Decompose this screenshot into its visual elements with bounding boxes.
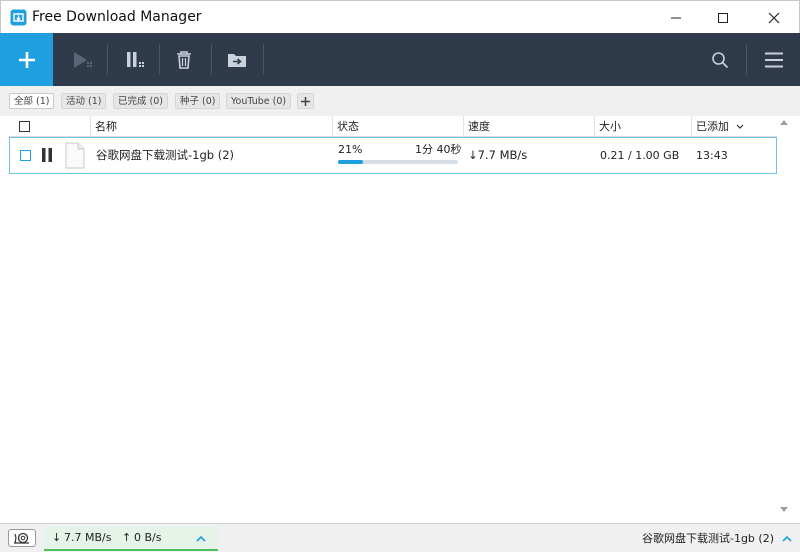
upload-speed: 0 B/s bbox=[134, 531, 162, 544]
table-header: 名称 状态 速度 大小 已添加 bbox=[9, 116, 777, 137]
row-progress-fill bbox=[338, 160, 364, 164]
column-header-added[interactable]: 已添加 bbox=[692, 116, 777, 137]
folder-move-icon bbox=[228, 53, 246, 67]
chevron-up-icon bbox=[782, 535, 792, 542]
speed-limit-button[interactable] bbox=[8, 529, 36, 547]
add-filter-button[interactable] bbox=[297, 93, 314, 109]
pause-button[interactable] bbox=[110, 33, 162, 86]
plus-icon bbox=[301, 96, 310, 106]
chevron-up-icon[interactable] bbox=[196, 535, 206, 542]
row-pause-button[interactable] bbox=[41, 147, 53, 166]
select-all-column bbox=[9, 116, 91, 137]
scroll-up-arrow-icon[interactable] bbox=[780, 119, 788, 125]
snail-icon bbox=[14, 532, 29, 544]
app-logo-icon bbox=[10, 9, 27, 26]
toolbar-divider bbox=[107, 44, 108, 75]
speed-summary[interactable]: ↓ 7.7 MB/s ↑ 0 B/s bbox=[44, 526, 218, 551]
column-header-added-label: 已添加 bbox=[696, 120, 729, 133]
filter-tab-torrents[interactable]: 种子 (0) bbox=[175, 93, 221, 109]
toolbar-divider bbox=[263, 44, 264, 75]
row-added-time: 13:43 bbox=[696, 149, 728, 162]
vertical-scrollbar[interactable] bbox=[777, 116, 791, 523]
minimize-icon bbox=[671, 17, 681, 18]
trash-icon bbox=[177, 50, 191, 69]
plus-icon bbox=[18, 51, 35, 68]
filter-tab-youtube[interactable]: YouTube (0) bbox=[226, 93, 292, 109]
row-file-name: 谷歌网盘下载测试-1gb (2) bbox=[96, 148, 235, 162]
download-arrow-icon: ↓ bbox=[52, 531, 62, 544]
toolbar bbox=[0, 33, 800, 86]
pause-icon bbox=[42, 148, 52, 162]
row-speed: ↓7.7 MB/s bbox=[468, 148, 528, 162]
resume-button[interactable] bbox=[57, 33, 109, 86]
search-icon bbox=[712, 51, 729, 68]
hamburger-icon bbox=[765, 52, 783, 67]
add-download-button[interactable] bbox=[0, 33, 53, 86]
column-header-name[interactable]: 名称 bbox=[91, 116, 333, 137]
row-progress-bar bbox=[338, 160, 458, 164]
delete-button[interactable] bbox=[158, 33, 210, 86]
status-bar: ↓ 7.7 MB/s ↑ 0 B/s 谷歌网盘下载测试-1gb (2) bbox=[0, 523, 800, 552]
filter-tab-active[interactable]: 活动 (1) bbox=[61, 93, 107, 109]
table-row[interactable]: 谷歌网盘下载测试-1gb (2) 21% 1分 40秒 ↓7.7 MB/s 0.… bbox=[9, 137, 777, 174]
pause-icon bbox=[127, 51, 144, 67]
upload-arrow-icon: ↑ bbox=[122, 531, 132, 544]
search-button[interactable] bbox=[694, 33, 746, 86]
select-all-checkbox[interactable] bbox=[19, 121, 30, 132]
minimize-button[interactable] bbox=[651, 1, 701, 34]
toolbar-divider bbox=[746, 44, 747, 75]
file-icon bbox=[65, 142, 85, 169]
column-header-speed[interactable]: 速度 bbox=[464, 116, 595, 137]
close-button[interactable] bbox=[749, 1, 799, 34]
status-file-name: 谷歌网盘下载测试-1gb (2) bbox=[641, 532, 774, 545]
filter-bar: 全部 (1) 活动 (1) 已完成 (0) 种子 (0) YouTube (0) bbox=[0, 86, 800, 116]
filter-tab-all[interactable]: 全部 (1) bbox=[9, 93, 55, 109]
row-size: 0.21 / 1.00 GB bbox=[600, 149, 680, 162]
title-bar: Free Download Manager bbox=[0, 0, 800, 33]
maximize-icon bbox=[718, 12, 728, 23]
close-icon bbox=[768, 12, 780, 23]
maximize-button[interactable] bbox=[698, 1, 748, 34]
move-to-folder-button[interactable] bbox=[211, 33, 263, 86]
column-header-size[interactable]: 大小 bbox=[595, 116, 692, 137]
sort-chevron-down-icon bbox=[736, 124, 743, 129]
status-current-file[interactable]: 谷歌网盘下载测试-1gb (2) bbox=[642, 524, 792, 552]
play-icon bbox=[74, 51, 92, 68]
main-menu-button[interactable] bbox=[748, 33, 800, 86]
download-speed: 7.7 MB/s bbox=[64, 531, 112, 544]
scroll-down-arrow-icon[interactable] bbox=[780, 507, 788, 513]
filter-tab-completed[interactable]: 已完成 (0) bbox=[113, 93, 168, 109]
row-checkbox[interactable] bbox=[20, 150, 31, 161]
app-title: Free Download Manager bbox=[32, 9, 202, 25]
